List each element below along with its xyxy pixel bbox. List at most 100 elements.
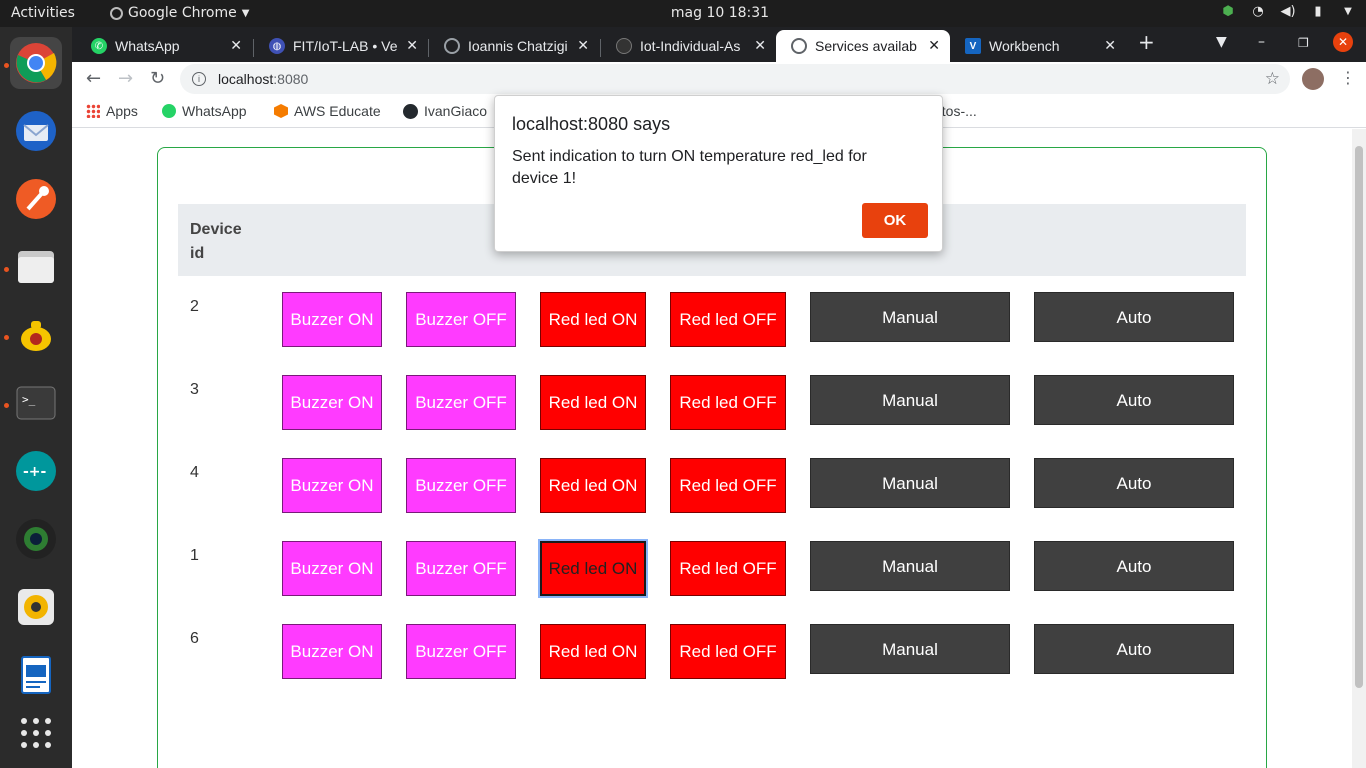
manual-button[interactable]: Manual	[810, 541, 1010, 591]
buzzer-off-button[interactable]: Buzzer OFF	[406, 292, 516, 347]
scrollbar-thumb[interactable]	[1355, 146, 1363, 688]
red-led-off-button[interactable]: Red led OFF	[670, 541, 786, 596]
postman-icon	[16, 179, 56, 219]
buzzer-off-button[interactable]: Buzzer OFF	[406, 458, 516, 513]
manual-button[interactable]: Manual	[810, 458, 1010, 508]
menu-icon[interactable]: ⋮	[1340, 68, 1356, 87]
shield-icon: ⬢	[1222, 4, 1234, 19]
dock-camera[interactable]	[10, 513, 62, 565]
running-indicator	[4, 403, 9, 408]
dock-thunderbird[interactable]	[10, 105, 62, 157]
red-led-on-button[interactable]: Red led ON	[540, 458, 646, 513]
tab-services-available[interactable]: Services availab ✕	[776, 30, 950, 62]
manual-button[interactable]: Manual	[810, 624, 1010, 674]
auto-button[interactable]: Auto	[1034, 458, 1234, 508]
alert-dialog: localhost:8080 says Sent indication to t…	[494, 95, 943, 252]
globe-icon	[444, 38, 460, 54]
tab-title: Iot-Individual-As	[640, 38, 741, 54]
dock-libreoffice-writer[interactable]	[10, 649, 62, 701]
auto-button[interactable]: Auto	[1034, 375, 1234, 425]
info-icon[interactable]: i	[192, 72, 206, 86]
red-led-on-button[interactable]: Red led ON	[538, 539, 648, 598]
dock-chrome[interactable]	[10, 37, 62, 89]
device-id-cell: 1	[190, 547, 199, 564]
whatsapp-icon: ✆	[91, 38, 107, 54]
tab-iot-individual[interactable]: Iot-Individual-As ✕	[601, 30, 776, 62]
tab-title: FIT/IoT-LAB • Ve	[293, 38, 398, 54]
bookmark-apps[interactable]: Apps	[86, 103, 138, 119]
show-applications-button[interactable]	[10, 707, 62, 759]
clock[interactable]: mag 10 18:31	[0, 5, 1366, 21]
red-led-off-button[interactable]: Red led OFF	[670, 292, 786, 347]
maximize-icon[interactable]: ❐	[1298, 36, 1309, 50]
close-icon[interactable]: ✕	[754, 37, 766, 54]
red-led-on-button[interactable]: Red led ON	[540, 292, 646, 347]
manual-button[interactable]: Manual	[810, 375, 1010, 425]
close-icon[interactable]: ✕	[1104, 37, 1116, 54]
red-led-off-button[interactable]: Red led OFF	[670, 458, 786, 513]
red-led-on-button[interactable]: Red led ON	[540, 624, 646, 679]
new-tab-button[interactable]: +	[1138, 30, 1155, 54]
minimize-icon[interactable]: –	[1258, 34, 1265, 50]
close-icon[interactable]: ✕	[406, 37, 418, 54]
dock-rhythmbox[interactable]	[10, 581, 62, 633]
auto-button[interactable]: Auto	[1034, 541, 1234, 591]
bookmark-aws-educate[interactable]: AWS Educate	[274, 103, 381, 119]
bookmark-github[interactable]: IvanGiaco	[403, 103, 487, 119]
bookmark-whatsapp[interactable]: WhatsApp	[162, 103, 247, 119]
avatar[interactable]	[1302, 68, 1324, 90]
battery-icon: ▮	[1314, 4, 1322, 19]
tab-strip: ✆ WhatsApp ✕ ◍ FIT/IoT-LAB • Ve ✕ Ioanni…	[72, 27, 1366, 62]
close-icon[interactable]: ✕	[928, 37, 940, 54]
buzzer-on-button[interactable]: Buzzer ON	[282, 541, 382, 596]
svg-text:-+-: -+-	[23, 464, 47, 480]
system-tray[interactable]: ⬢ ◔ ◀) ▮ ▼	[1220, 4, 1356, 19]
buzzer-off-button[interactable]: Buzzer OFF	[406, 541, 516, 596]
close-window-icon[interactable]: ✕	[1333, 32, 1353, 52]
close-icon[interactable]: ✕	[577, 37, 589, 54]
auto-button[interactable]: Auto	[1034, 624, 1234, 674]
scrollbar[interactable]	[1352, 129, 1366, 768]
dock-teapot-app[interactable]	[10, 309, 62, 361]
url-port: :8080	[273, 71, 309, 87]
dock-terminal[interactable]: >_	[10, 377, 62, 429]
dock-files[interactable]	[10, 241, 62, 293]
buzzer-on-button[interactable]: Buzzer ON	[282, 375, 382, 430]
reload-icon[interactable]: ↻	[150, 68, 165, 89]
tab-whatsapp[interactable]: ✆ WhatsApp ✕	[76, 30, 252, 62]
auto-button[interactable]: Auto	[1034, 292, 1234, 342]
tab-workbench[interactable]: V Workbench ✕	[950, 30, 1126, 62]
bookmark-label: AWS Educate	[294, 103, 381, 119]
close-icon[interactable]: ✕	[230, 37, 242, 54]
manual-button[interactable]: Manual	[810, 292, 1010, 342]
star-icon[interactable]: ☆	[1265, 69, 1280, 89]
buzzer-off-button[interactable]: Buzzer OFF	[406, 624, 516, 679]
red-led-off-button[interactable]: Red led OFF	[670, 375, 786, 430]
red-led-on-button[interactable]: Red led ON	[540, 375, 646, 430]
buzzer-on-button[interactable]: Buzzer ON	[282, 292, 382, 347]
dock: >_ -+-	[0, 27, 72, 768]
tab-fit-iot-lab[interactable]: ◍ FIT/IoT-LAB • Ve ✕	[254, 30, 428, 62]
bookmark-label: IvanGiaco	[424, 103, 488, 119]
ok-button[interactable]: OK	[862, 203, 928, 238]
volume-icon: ◀)	[1280, 4, 1296, 19]
device-id-cell: 6	[190, 630, 199, 647]
address-bar[interactable]: i localhost:8080 ☆	[180, 64, 1290, 94]
forward-icon[interactable]: →	[118, 68, 133, 89]
dock-arduino[interactable]: -+-	[10, 445, 62, 497]
tab-search-icon[interactable]: ▼	[1216, 34, 1227, 50]
buzzer-on-button[interactable]: Buzzer ON	[282, 624, 382, 679]
buzzer-off-button[interactable]: Buzzer OFF	[406, 375, 516, 430]
dock-postman[interactable]	[10, 173, 62, 225]
browser-toolbar: ← → ↻ i localhost:8080 ☆ ⋮	[72, 62, 1366, 96]
speaker-icon	[18, 589, 54, 625]
buzzer-on-button[interactable]: Buzzer ON	[282, 458, 382, 513]
system-top-bar: Activities Google Chrome ▼ mag 10 18:31 …	[0, 0, 1366, 27]
chevron-down-icon: ▼	[1344, 6, 1352, 17]
folder-icon	[18, 251, 54, 283]
red-led-off-button[interactable]: Red led OFF	[670, 624, 786, 679]
tab-ioannis[interactable]: Ioannis Chatzigi ✕	[429, 30, 599, 62]
arduino-icon: -+-	[16, 451, 56, 491]
thunderbird-icon	[16, 111, 56, 151]
back-icon[interactable]: ←	[86, 68, 101, 89]
